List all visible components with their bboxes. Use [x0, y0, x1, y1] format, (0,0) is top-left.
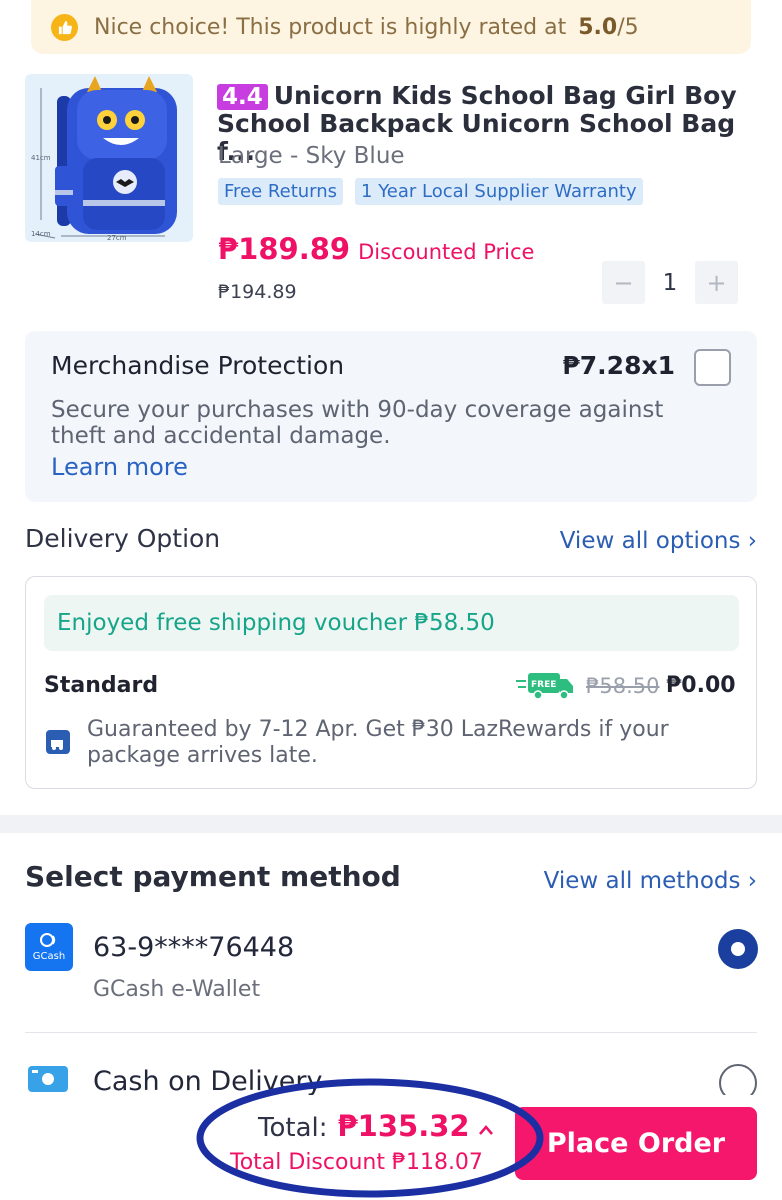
price-row: ₱189.89 Discounted Price [218, 232, 534, 266]
shipping-fee: ₱0.00 [666, 673, 736, 698]
delivery-card[interactable]: Enjoyed free shipping voucher ₱58.50 Sta… [25, 576, 757, 789]
product-variant[interactable]: Large - Sky Blue [218, 143, 405, 169]
product-rating-badge: 4.4 [217, 84, 268, 110]
dimension-height: 41cm [31, 154, 51, 162]
free-badge-text: FREE [531, 680, 556, 690]
product-image[interactable]: 41cm 14cm 27cm [25, 74, 193, 242]
decrease-quantity-button[interactable]: − [602, 261, 645, 304]
dimension-width: 27cm [107, 234, 127, 242]
chevron-up-icon[interactable] [478, 1117, 494, 1141]
increase-quantity-button[interactable]: + [695, 261, 738, 304]
delivery-option-title: Delivery Option [25, 524, 221, 553]
total-label: Total: [258, 1113, 328, 1143]
total-amount: ₱135.32 [337, 1109, 470, 1143]
total-line[interactable]: Total: ₱135.32 [258, 1109, 494, 1143]
place-order-button[interactable]: Place Order [515, 1107, 757, 1180]
banner-rating: 5.0 [578, 14, 618, 40]
cash-on-delivery-label[interactable]: Cash on Delivery [93, 1066, 322, 1097]
original-price: ₱194.89 [218, 281, 297, 303]
payment-method-title: Select payment method [25, 860, 401, 893]
gcash-account-number[interactable]: 63-9****76448 [93, 932, 294, 963]
protection-title: Merchandise Protection [51, 351, 345, 380]
section-divider [0, 815, 782, 833]
discounted-price: ₱189.89 [218, 232, 351, 266]
delivery-guarantee-icon [46, 730, 70, 754]
tag-warranty: 1 Year Local Supplier Warranty [355, 178, 643, 205]
delivery-method: Standard [44, 673, 159, 698]
product-tags: Free Returns 1 Year Local Supplier Warra… [218, 178, 643, 205]
quantity-stepper: − 1 + [602, 261, 738, 304]
banner-rating-denominator: /5 [617, 14, 639, 40]
gcash-radio-selected[interactable] [718, 929, 758, 969]
view-all-methods-link[interactable]: View all methods › [544, 868, 757, 894]
price-label: Discounted Price [358, 240, 535, 264]
view-all-options-link[interactable]: View all options › [560, 528, 757, 554]
thumbs-up-icon [51, 13, 78, 41]
shipping-fee-original: ₱58.50 [586, 674, 660, 698]
banner-text: Nice choice! This product is highly rate… [94, 14, 567, 40]
free-shipping-truck-icon: FREE [516, 673, 573, 700]
shipping-voucher-notice: Enjoyed free shipping voucher ₱58.50 [44, 595, 739, 651]
payment-separator [25, 1032, 757, 1033]
gcash-method-label: GCash e-Wallet [93, 977, 261, 1002]
protection-description: Secure your purchases with 90-day covera… [51, 397, 664, 449]
protection-checkbox[interactable] [694, 349, 731, 386]
quantity-value: 1 [662, 269, 678, 296]
protection-price: ₱7.28x1 [562, 351, 675, 380]
delivery-guarantee-text: Guaranteed by 7-12 Apr. Get ₱30 LazRewar… [87, 717, 669, 768]
learn-more-link[interactable]: Learn more [51, 453, 188, 481]
merchandise-protection-card: Merchandise Protection ₱7.28x1 Secure yo… [25, 331, 757, 502]
gcash-icon: GCash [25, 923, 73, 971]
backpack-illustration: 41cm 14cm 27cm [31, 76, 177, 242]
total-discount: Total Discount ₱118.07 [230, 1150, 483, 1175]
gcash-logo-text: GCash [32, 951, 66, 962]
tag-free-returns: Free Returns [218, 178, 344, 205]
cash-icon [28, 1066, 68, 1092]
rating-banner: Nice choice! This product is highly rate… [31, 0, 751, 54]
dimension-depth: 14cm [31, 230, 51, 238]
